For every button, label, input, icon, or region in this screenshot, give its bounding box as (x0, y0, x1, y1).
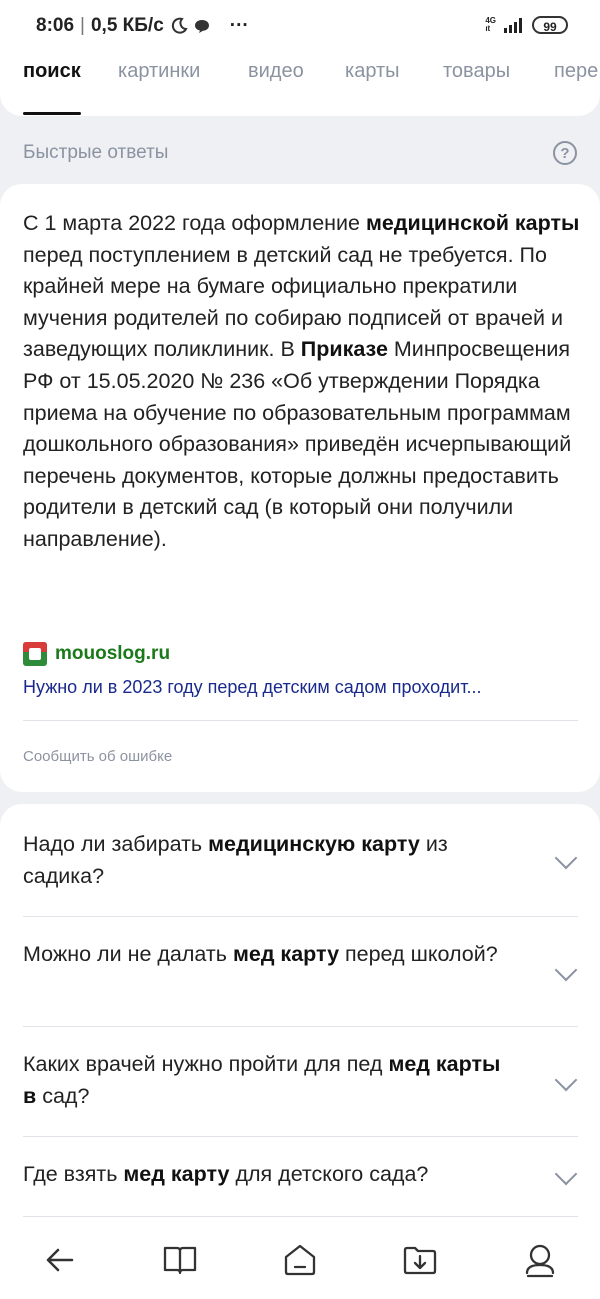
faq-item[interactable]: Каких врачей нужно пройти для пед мед ка… (0, 1026, 600, 1136)
divider (23, 1216, 578, 1217)
answer-segment-bold: Приказе (300, 337, 388, 362)
source-link[interactable]: Нужно ли в 2023 году перед детским садом… (23, 677, 578, 698)
faq-question: Где взять мед карту для детского сада? (23, 1158, 513, 1190)
network-sub: ıt (485, 24, 491, 33)
faq-text-bold: мед карту (123, 1162, 230, 1186)
status-time: 8:06 (36, 15, 75, 36)
site-favicon (23, 642, 47, 666)
faq-item[interactable]: Где взять мед карту для детского сада? (0, 1136, 600, 1216)
faq-text: сад? (36, 1084, 90, 1108)
reader-button[interactable] (160, 1240, 200, 1280)
signal-icon (504, 18, 522, 33)
tab-products[interactable]: товары (443, 60, 510, 83)
status-speed: 0,5 КБ/с (90, 15, 164, 36)
back-button[interactable] (40, 1240, 80, 1280)
book-icon (163, 1246, 197, 1275)
faq-text: перед школой? (339, 942, 498, 966)
downloads-button[interactable] (400, 1240, 440, 1280)
profile-icon (525, 1244, 555, 1278)
quick-answers-title: Быстрые ответы (23, 142, 169, 163)
faq-item[interactable]: Можно ли не далать мед карту перед школо… (0, 916, 600, 1026)
faq-text: Можно ли не далать (23, 942, 233, 966)
source-domain[interactable]: mouoslog.ru (55, 643, 170, 665)
faq-text: Где взять (23, 1162, 124, 1186)
chevron-down-icon[interactable] (554, 958, 578, 982)
related-questions: Надо ли забирать медицинскую карту из са… (0, 804, 600, 1224)
status-left: 8:06 | 0,5 КБ/с ··· (36, 15, 249, 37)
faq-text: для детского сада? (229, 1162, 429, 1186)
answer-segment-bold: медицинской карты (365, 211, 580, 235)
moon-icon (171, 17, 188, 34)
help-icon[interactable]: ? (553, 141, 577, 165)
active-tab-indicator (23, 112, 81, 115)
chat-icon (194, 20, 209, 33)
answer-text: С 1 марта 2022 года оформление медицинск… (23, 208, 583, 556)
answer-segment: Минпросвещения РФ от 15.05.2020 № 236 «О… (23, 337, 572, 551)
chevron-down-icon[interactable] (554, 846, 578, 870)
faq-text-bold: мед карту (232, 942, 340, 966)
tab-translate[interactable]: пере (554, 60, 598, 83)
divider (23, 720, 578, 721)
status-right: 4G ıt 99 (485, 16, 568, 34)
bottom-navigation (0, 1218, 600, 1299)
tab-images[interactable]: картинки (118, 60, 200, 83)
download-icon (403, 1246, 437, 1275)
chevron-down-icon[interactable] (554, 1162, 578, 1186)
profile-button[interactable] (520, 1240, 560, 1280)
tab-search[interactable]: поиск (23, 60, 81, 83)
report-error-link[interactable]: Сообщить об ошибке (23, 748, 172, 765)
faq-question: Надо ли забирать медицинскую карту из са… (23, 828, 513, 892)
status-bar: 8:06 | 0,5 КБ/с ··· 4G ıt 99 (0, 0, 600, 52)
home-button[interactable] (280, 1240, 320, 1280)
network-label: 4G ıt (485, 17, 496, 33)
faq-text-bold: медицинскую карту (208, 832, 420, 856)
status-separator: | (80, 15, 85, 36)
tab-video[interactable]: видео (248, 60, 304, 83)
faq-question: Можно ли не далать мед карту перед школо… (23, 938, 513, 970)
tab-maps[interactable]: карты (345, 60, 400, 83)
chevron-down-icon[interactable] (554, 1068, 578, 1092)
faq-question: Каких врачей нужно пройти для пед мед ка… (23, 1048, 513, 1112)
battery-indicator: 99 (532, 16, 568, 34)
back-arrow-icon (46, 1248, 74, 1272)
answer-segment: С 1 марта 2022 года оформление (23, 211, 366, 235)
more-indicator: ··· (229, 15, 249, 36)
top-bar: 8:06 | 0,5 КБ/с ··· 4G ıt 99 поиск карти… (0, 0, 600, 116)
answer-card: С 1 марта 2022 года оформление медицинск… (0, 184, 600, 792)
faq-text: Каких врачей нужно пройти для пед (23, 1052, 389, 1076)
home-icon (284, 1244, 316, 1276)
search-tabs: поиск картинки видео карты товары пере (0, 56, 600, 112)
answer-source[interactable]: mouoslog.ru (23, 642, 170, 666)
faq-text: Надо ли забирать (23, 832, 209, 856)
faq-item[interactable]: Надо ли забирать медицинскую карту из са… (0, 804, 600, 916)
